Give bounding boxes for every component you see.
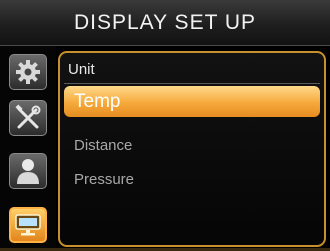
tools-icon bbox=[15, 104, 41, 129]
display-icon bbox=[15, 214, 41, 236]
option-temp[interactable]: Temp bbox=[64, 86, 320, 117]
sidebar-item-display[interactable] bbox=[9, 207, 47, 243]
panel-title: Unit bbox=[68, 61, 95, 78]
gear-icon bbox=[16, 60, 40, 84]
sidebar-item-settings[interactable] bbox=[9, 54, 47, 90]
sidebar-item-user[interactable] bbox=[9, 153, 47, 189]
unit-panel: Unit Temp Distance Pressure bbox=[58, 51, 326, 247]
screen-header: DISPLAY SET UP bbox=[0, 0, 330, 46]
option-label: Distance bbox=[74, 137, 133, 154]
option-distance[interactable]: Distance bbox=[74, 137, 132, 154]
option-label: Pressure bbox=[74, 171, 135, 188]
panel-divider bbox=[64, 83, 320, 84]
option-label: Temp bbox=[74, 90, 121, 112]
user-icon bbox=[17, 159, 39, 184]
sidebar-item-tools[interactable] bbox=[9, 100, 47, 136]
option-pressure[interactable]: Pressure bbox=[74, 171, 134, 188]
page-title: DISPLAY SET UP bbox=[73, 10, 257, 34]
sidebar bbox=[0, 46, 56, 251]
